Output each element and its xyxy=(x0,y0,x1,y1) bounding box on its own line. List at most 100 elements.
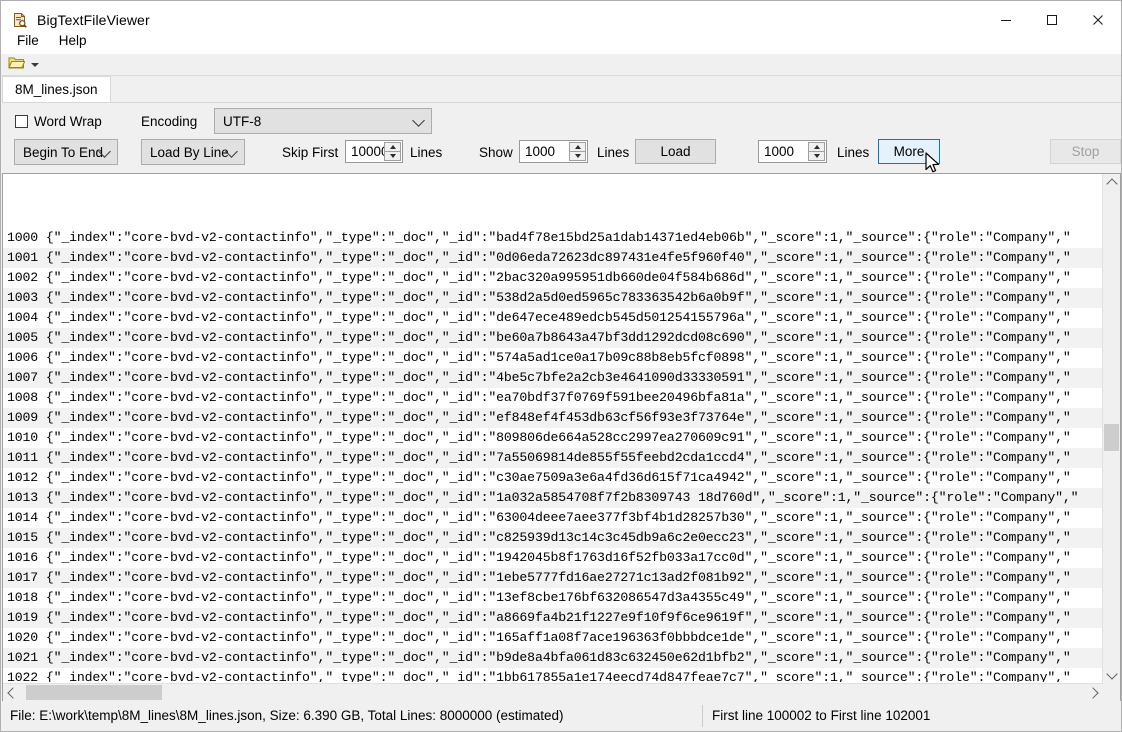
line-text: {"_index":"core-bvd-v2-contactinfo","_ty… xyxy=(45,510,1071,525)
skip-first-label: Skip First xyxy=(282,145,339,160)
encoding-select[interactable]: UTF-8 xyxy=(214,108,432,134)
more-button-label: More xyxy=(893,144,925,159)
scroll-right-icon[interactable] xyxy=(1086,684,1103,701)
line-text: {"_index":"core-bvd-v2-contactinfo","_ty… xyxy=(45,250,1071,265)
line-number: 1006 xyxy=(7,350,39,365)
stop-button[interactable]: Stop xyxy=(1050,139,1121,164)
stepper-up-icon[interactable] xyxy=(569,142,586,151)
line-number: 1017 xyxy=(7,570,39,585)
line-text: {"_index":"core-bvd-v2-contactinfo","_ty… xyxy=(45,550,1071,565)
scroll-left-icon[interactable] xyxy=(3,684,20,701)
chevron-down-icon xyxy=(412,114,425,127)
line-number: 1011 xyxy=(7,450,39,465)
show-lines-value: 1000 xyxy=(525,144,556,159)
skip-first-unit-label: Lines xyxy=(410,145,443,160)
tab-strip: 8M_lines.json xyxy=(2,76,1121,102)
window-title: BigTextFileViewer xyxy=(37,11,150,28)
document-search-icon xyxy=(12,12,28,28)
encoding-value: UTF-8 xyxy=(223,113,262,129)
direction-value: Begin To End xyxy=(23,144,104,160)
line-number: 1018 xyxy=(7,590,39,605)
stepper-up-icon[interactable] xyxy=(808,142,825,151)
stop-button-label: Stop xyxy=(1071,144,1100,159)
line-text: {"_index":"core-bvd-v2-contactinfo","_ty… xyxy=(45,290,1071,305)
text-line: 1021 {"_index":"core-bvd-v2-contactinfo"… xyxy=(3,648,1103,668)
scrollbar-corner xyxy=(1103,684,1120,701)
load-button[interactable]: Load xyxy=(635,139,716,164)
text-line: 1004 {"_index":"core-bvd-v2-contactinfo"… xyxy=(3,308,1103,328)
line-number: 1020 xyxy=(7,630,39,645)
text-line: 1001 {"_index":"core-bvd-v2-contactinfo"… xyxy=(3,248,1103,268)
menu-item-help[interactable]: Help xyxy=(50,30,96,52)
word-wrap-checkbox[interactable]: Word Wrap xyxy=(15,114,102,129)
show-lines-input[interactable]: 1000 xyxy=(519,140,588,163)
text-viewer[interactable]: 1000 {"_index":"core-bvd-v2-contactinfo"… xyxy=(2,173,1121,702)
text-line: 1013 {"_index":"core-bvd-v2-contactinfo"… xyxy=(3,488,1103,508)
line-text: {"_index":"core-bvd-v2-contactinfo","_ty… xyxy=(45,530,1071,545)
vertical-scroll-thumb[interactable] xyxy=(1104,424,1119,451)
text-line: 1018 {"_index":"core-bvd-v2-contactinfo"… xyxy=(3,588,1103,608)
stepper-up-icon[interactable] xyxy=(384,142,401,151)
line-text: {"_index":"core-bvd-v2-contactinfo","_ty… xyxy=(45,570,1071,585)
toolbar xyxy=(2,54,1121,76)
menu-item-file[interactable]: File xyxy=(8,30,48,52)
line-number: 1019 xyxy=(7,610,39,625)
stepper-down-icon[interactable] xyxy=(569,151,586,161)
scroll-down-icon[interactable] xyxy=(1103,667,1120,684)
text-line: 1017 {"_index":"core-bvd-v2-contactinfo"… xyxy=(3,568,1103,588)
tab-label: 8M_lines.json xyxy=(15,82,98,97)
show-lines-stepper[interactable] xyxy=(569,142,586,161)
line-number: 1022 xyxy=(7,670,39,682)
more-button[interactable]: More xyxy=(878,139,940,164)
line-text: {"_index":"core-bvd-v2-contactinfo","_ty… xyxy=(45,390,1071,405)
text-line: 1000 {"_index":"core-bvd-v2-contactinfo"… xyxy=(3,228,1103,248)
vertical-scrollbar[interactable] xyxy=(1102,174,1120,684)
direction-select[interactable]: Begin To End xyxy=(14,139,118,165)
checkbox-box[interactable] xyxy=(15,115,28,128)
line-text: {"_index":"core-bvd-v2-contactinfo","_ty… xyxy=(45,670,1071,682)
text-line: 1007 {"_index":"core-bvd-v2-contactinfo"… xyxy=(3,368,1103,388)
text-line: 1011 {"_index":"core-bvd-v2-contactinfo"… xyxy=(3,448,1103,468)
open-file-button[interactable] xyxy=(8,55,39,75)
text-line: 1006 {"_index":"core-bvd-v2-contactinfo"… xyxy=(3,348,1103,368)
stepper-down-icon[interactable] xyxy=(808,151,825,161)
more-lines-value: 1000 xyxy=(764,144,795,159)
more-lines-stepper[interactable] xyxy=(808,142,825,161)
line-text: {"_index":"core-bvd-v2-contactinfo","_ty… xyxy=(45,230,1071,245)
skip-first-input[interactable]: 100001 xyxy=(345,140,403,163)
stepper-down-icon[interactable] xyxy=(384,151,401,161)
tab-8m-lines-json[interactable]: 8M_lines.json xyxy=(2,76,111,102)
load-mode-select[interactable]: Load By Line xyxy=(141,139,245,165)
text-content[interactable]: 1000 {"_index":"core-bvd-v2-contactinfo"… xyxy=(3,174,1103,682)
line-number: 1016 xyxy=(7,550,39,565)
status-divider xyxy=(702,704,703,727)
more-lines-input[interactable]: 1000 xyxy=(758,140,827,163)
skip-first-stepper[interactable] xyxy=(384,142,401,161)
status-bar: File: E:\work\temp\8M_lines\8M_lines.jso… xyxy=(2,701,1121,730)
scroll-up-icon[interactable] xyxy=(1103,174,1120,191)
line-text: {"_index":"core-bvd-v2-contactinfo","_ty… xyxy=(45,350,1071,365)
text-line: 1019 {"_index":"core-bvd-v2-contactinfo"… xyxy=(3,608,1103,628)
show-unit-label: Lines xyxy=(597,145,630,160)
line-text: {"_index":"core-bvd-v2-contactinfo","_ty… xyxy=(45,370,1071,385)
horizontal-scroll-thumb[interactable] xyxy=(26,685,162,700)
caret-down-icon[interactable] xyxy=(31,62,39,67)
text-line: 1003 {"_index":"core-bvd-v2-contactinfo"… xyxy=(3,288,1103,308)
horizontal-scrollbar[interactable] xyxy=(3,683,1103,701)
